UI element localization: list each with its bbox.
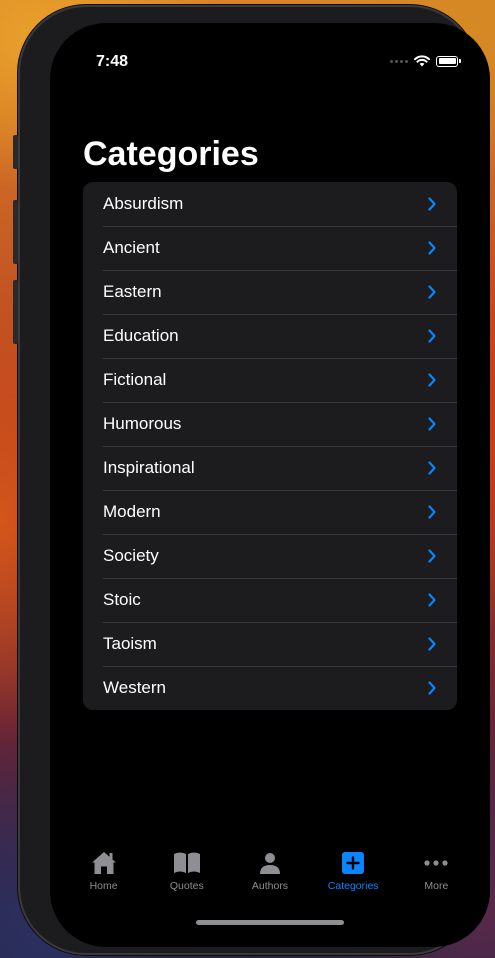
category-label: Modern [103,502,161,521]
tab-label: More [424,880,449,892]
category-row[interactable]: Eastern [83,270,457,314]
category-label: Taoism [103,634,157,653]
book-icon [172,849,202,877]
category-row[interactable]: Absurdism [83,182,457,226]
tab-more[interactable]: More [396,849,476,909]
chevron-right-icon [428,329,436,343]
category-label: Eastern [103,282,162,301]
person-icon [255,849,285,877]
battery-icon [436,55,461,67]
house-icon [89,849,119,877]
chevron-right-icon [428,461,436,475]
tab-label: Categories [327,880,379,892]
category-label: Ancient [103,238,160,257]
chevron-right-icon [428,505,436,519]
chevron-right-icon [428,637,436,651]
wifi-icon [414,55,430,67]
category-label: Stoic [103,590,141,609]
category-label: Fictional [103,370,167,389]
category-row[interactable]: Ancient [83,226,457,270]
chevron-right-icon [428,417,436,431]
chevron-right-icon [428,549,436,563]
plus-square-icon [338,849,368,877]
page-title: Categories [83,135,259,173]
category-row[interactable]: Education [83,314,457,358]
category-label: Education [103,326,179,345]
cellular-signal-icon [390,59,408,63]
volume-down-button [13,280,18,344]
chevron-right-icon [428,373,436,387]
category-label: Western [103,678,166,697]
tab-home[interactable]: Home [64,849,144,909]
phone-frame: 7:48 Categories Absurdism Ancient Easter… [13,5,490,955]
screen: 7:48 Categories Absurdism Ancient Easter… [50,23,490,947]
status-indicators [390,55,461,67]
category-row[interactable]: Humorous [83,402,457,446]
category-label: Inspirational [103,458,195,477]
category-row[interactable]: Western [83,666,457,710]
category-row[interactable]: Inspirational [83,446,457,490]
tab-label: Authors [251,880,289,892]
status-time: 7:48 [96,53,129,70]
chevron-right-icon [428,681,436,695]
tab-label: Home [89,880,118,892]
category-row[interactable]: Stoic [83,578,457,622]
category-row[interactable]: Fictional [83,358,457,402]
category-label: Absurdism [103,194,184,213]
category-row[interactable]: Taoism [83,622,457,666]
chevron-right-icon [428,285,436,299]
tab-authors[interactable]: Authors [230,849,310,909]
category-label: Society [103,546,159,565]
tab-quotes[interactable]: Quotes [147,849,227,909]
home-indicator[interactable] [196,920,344,925]
silent-switch [13,135,18,169]
category-row[interactable]: Modern [83,490,457,534]
chevron-right-icon [428,197,436,211]
chevron-right-icon [428,593,436,607]
category-label: Humorous [103,414,182,433]
tab-categories[interactable]: Categories [313,849,393,909]
category-row[interactable]: Society [83,534,457,578]
tab-bar: Home Quotes Authors Categories More [50,849,490,909]
tab-label: Quotes [169,880,204,892]
ellipsis-icon [421,849,451,877]
categories-list: Absurdism Ancient Eastern Education Fict… [83,182,457,710]
volume-up-button [13,200,18,264]
chevron-right-icon [428,241,436,255]
